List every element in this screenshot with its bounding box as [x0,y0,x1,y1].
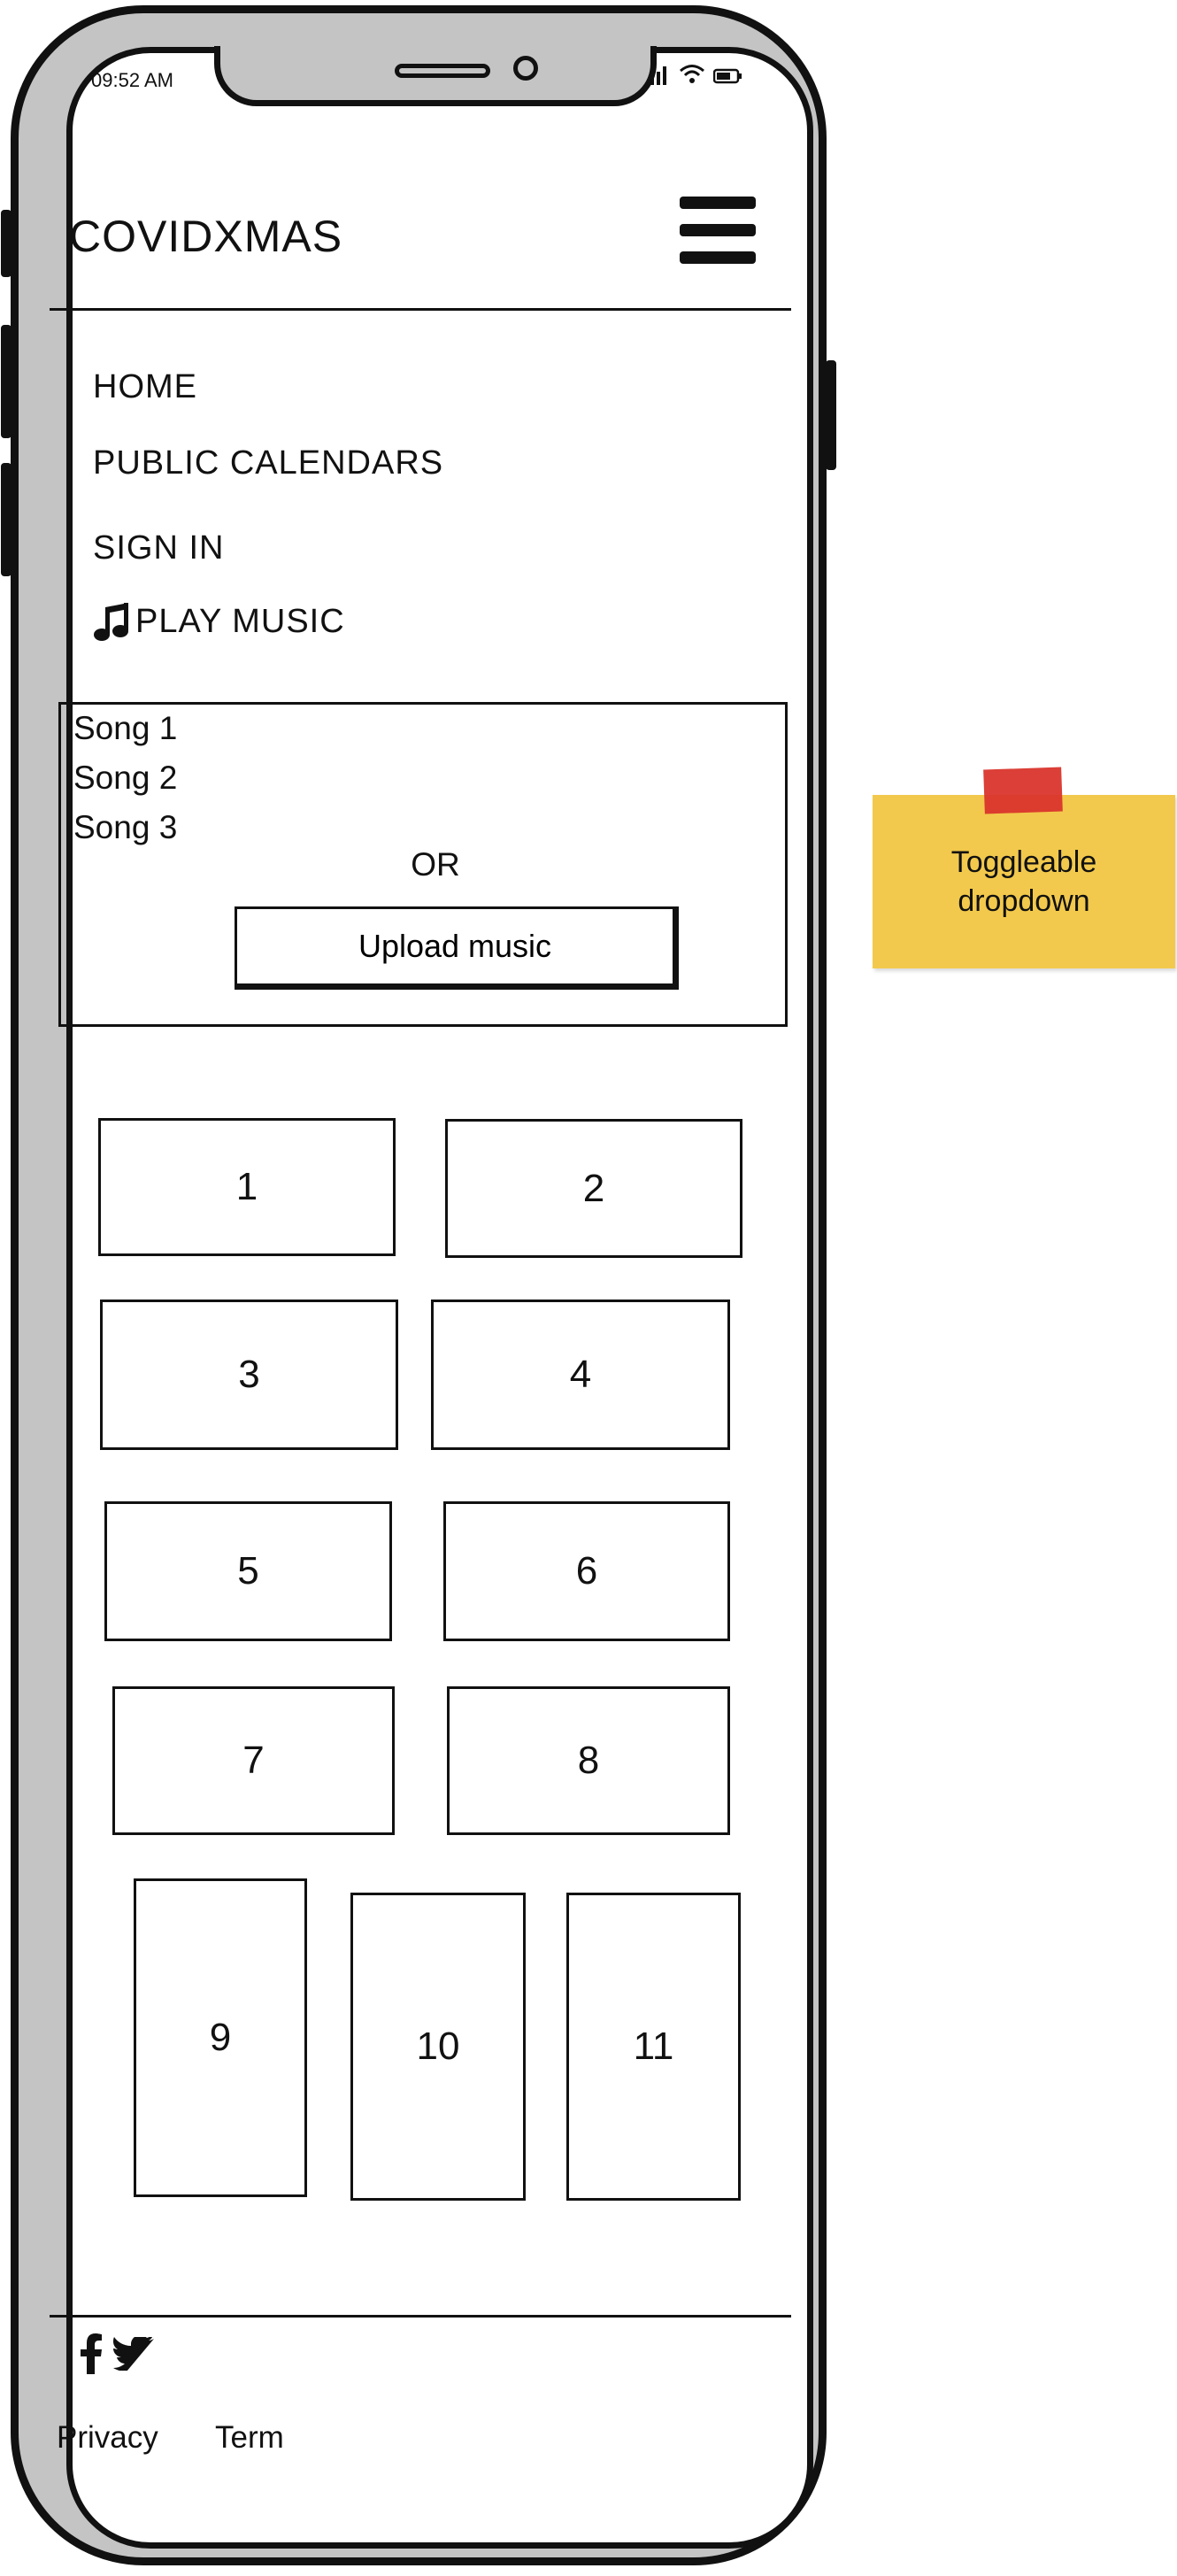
calendar-tile[interactable]: 10 [350,1893,526,2201]
nav-item-public-calendars[interactable]: PUBLIC CALENDARS [93,444,443,482]
calendar-tile[interactable]: 7 [112,1686,395,1835]
nav-item-home[interactable]: HOME [93,368,197,406]
nav-item-label: SIGN IN [93,529,225,567]
footer-divider [50,2315,791,2318]
calendar-tile[interactable]: 11 [566,1893,741,2201]
music-dropdown: Song 1 Song 2 Song 3 OR Upload music [58,702,788,1027]
header-divider [50,308,791,311]
facebook-icon[interactable] [80,2333,103,2374]
or-separator: OR [411,846,460,883]
calendar-tile[interactable]: 5 [104,1501,392,1641]
calendar-tile[interactable]: 1 [98,1118,396,1256]
battery-icon [713,68,742,84]
calendar-tile[interactable]: 9 [134,1878,307,2197]
privacy-link[interactable]: Privacy [57,2420,158,2456]
song-item[interactable]: Song 1 [73,710,177,747]
calendar-tile[interactable]: 2 [445,1119,742,1258]
power-button [826,360,836,470]
note-line: Toggleable [950,845,1097,879]
nav-item-label: PLAY MUSIC [135,602,345,640]
volume-up-button [1,325,12,438]
twitter-icon[interactable] [113,2337,154,2371]
song-item[interactable]: Song 2 [73,760,177,797]
calendar-tile[interactable]: 8 [447,1686,730,1835]
nav-item-label: HOME [93,368,197,405]
tape-strip [983,767,1063,814]
song-item[interactable]: Song 3 [73,809,177,846]
wifi-icon [680,65,704,83]
front-camera [513,56,538,81]
silent-switch [1,210,12,277]
nav-item-play-music[interactable]: PLAY MUSIC [93,600,345,643]
calendar-tile[interactable]: 6 [443,1501,730,1641]
annotation-sticky-note: Toggleable dropdown [873,795,1175,968]
music-note-icon [94,603,128,641]
nav-item-label: PUBLIC CALENDARS [93,444,444,482]
nav-item-sign-in[interactable]: SIGN IN [93,529,224,567]
brand-title[interactable]: COVIDXMAS [69,211,342,262]
social-icons [80,2333,154,2374]
calendar-tile[interactable]: 4 [431,1300,730,1450]
phone-notch [214,46,657,106]
calendar-tile[interactable]: 3 [100,1300,398,1450]
status-icons [644,64,743,85]
terms-link[interactable]: Term [215,2420,284,2456]
hamburger-menu-icon[interactable] [680,197,756,264]
note-line: dropdown [958,884,1090,918]
volume-down-button [1,463,12,576]
speaker-grille [395,64,490,78]
upload-music-button[interactable]: Upload music [235,906,679,990]
status-time: 09:52 AM [91,69,173,91]
